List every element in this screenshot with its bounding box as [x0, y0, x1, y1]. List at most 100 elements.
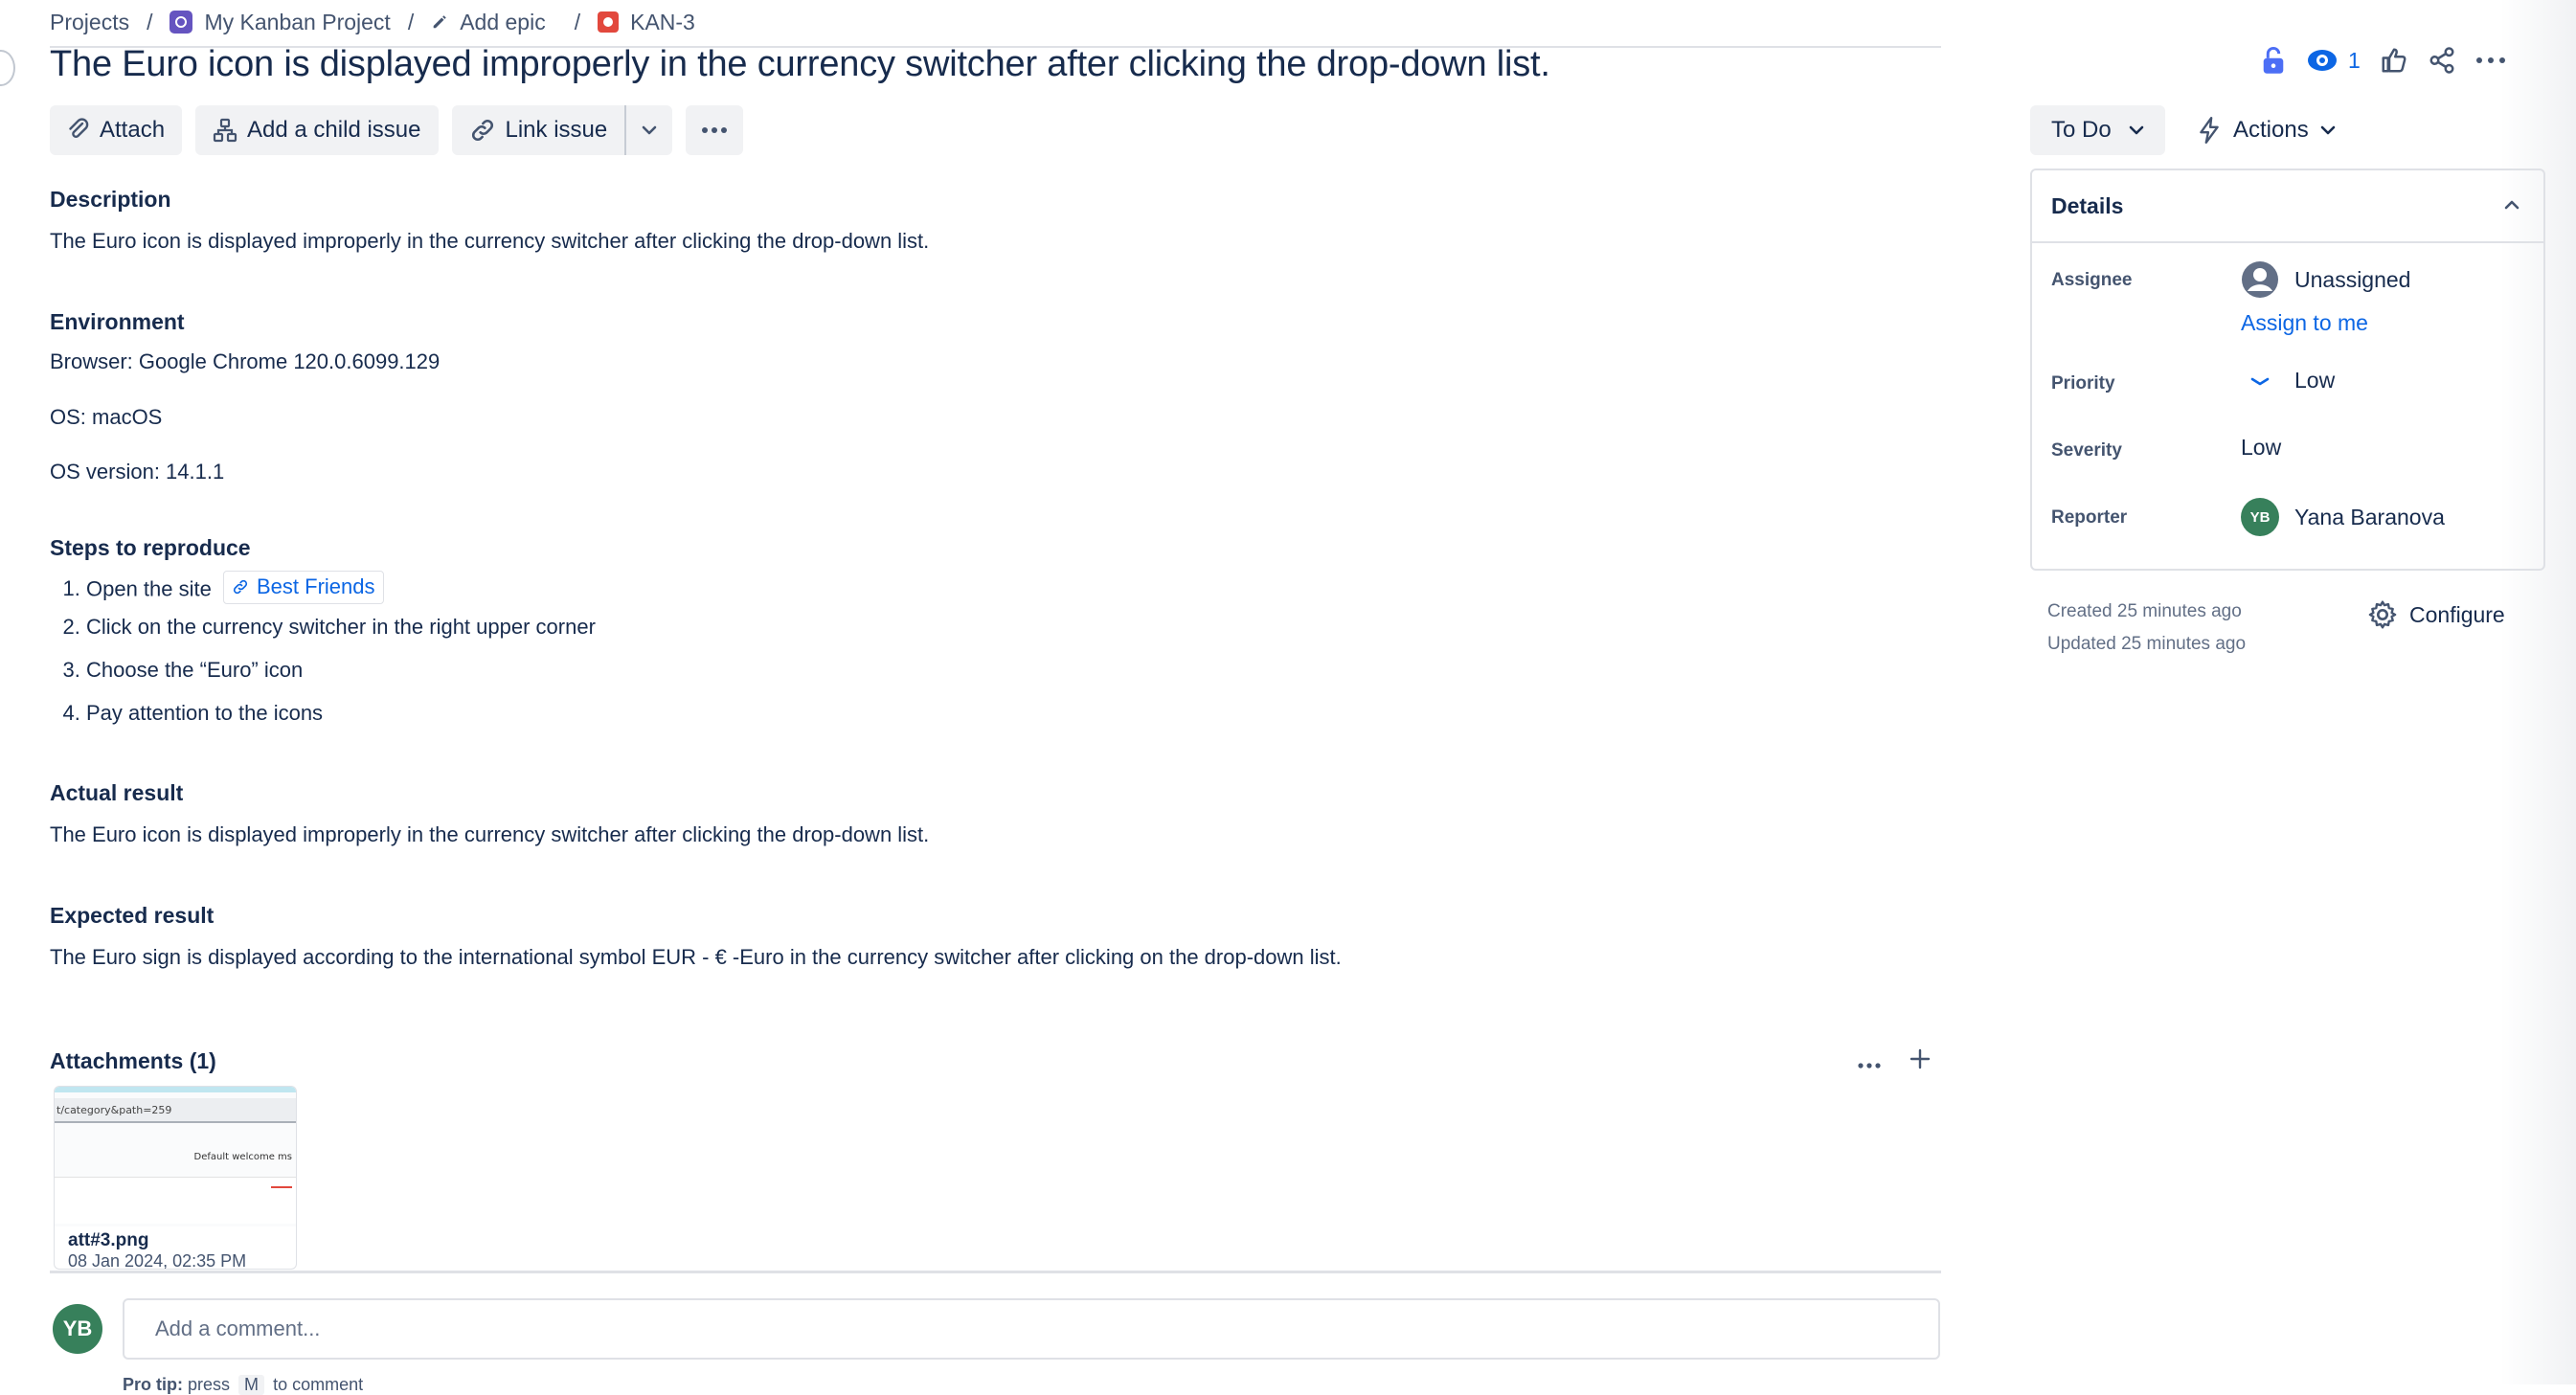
breadcrumb-separator: / [147, 9, 153, 34]
environment-os-version[interactable]: OS version: 14.1.1 [50, 459, 224, 486]
best-friends-link[interactable]: Best Friends [223, 571, 384, 604]
attachment-card[interactable]: t/category&path=259 Default welcome ms a… [54, 1086, 297, 1270]
bug-icon [598, 11, 620, 33]
chevron-up-icon[interactable] [2503, 191, 2520, 216]
details-heading: Details [2051, 193, 2124, 218]
attachments-heading: Attachments (1) [50, 1048, 216, 1073]
more-actions-button[interactable] [2475, 42, 2506, 79]
link-icon [471, 119, 493, 142]
add-child-issue-button[interactable]: Add a child issue [195, 105, 439, 155]
step-item: Pay attention to the icons [86, 700, 596, 743]
assignee-name: Unassigned [2294, 266, 2411, 292]
lock-icon [2263, 46, 2284, 74]
watch-count: 1 [2348, 47, 2361, 73]
status-label: To Do [2051, 117, 2112, 143]
attachment-thumbnail: t/category&path=259 Default welcome ms [55, 1087, 296, 1226]
attachments-more-button[interactable] [1858, 1046, 1881, 1076]
priority-low-icon [2250, 377, 2270, 385]
breadcrumb-issue-key: KAN-3 [630, 9, 695, 34]
pro-tip-key: M [238, 1375, 265, 1395]
watch-button[interactable]: 1 [2306, 42, 2361, 79]
user-avatar-icon [2242, 261, 2278, 298]
steps-list: Open the site Best Friends Click on the … [50, 571, 596, 743]
updated-timestamp: Updated 25 minutes ago [2047, 634, 2247, 654]
link-icon [233, 580, 248, 595]
severity-value[interactable]: Low [2241, 435, 2281, 461]
lightning-icon [2200, 116, 2219, 145]
more-horizontal-icon [2475, 57, 2505, 63]
add-attachment-button[interactable] [1909, 1046, 1931, 1076]
chevron-down-icon [2129, 125, 2144, 135]
breadcrumb-issue[interactable]: KAN-3 [598, 10, 695, 35]
reporter-value[interactable]: YB Yana Baranova [2241, 498, 2445, 536]
assign-to-me-link[interactable]: Assign to me [2241, 310, 2368, 336]
thumbnail-band [55, 1177, 296, 1224]
breadcrumb-separator: / [574, 9, 581, 34]
pro-tip-suffix: to comment [273, 1375, 364, 1394]
configure-button[interactable]: Configure [2367, 599, 2505, 630]
priority-value[interactable]: Low [2241, 368, 2335, 394]
breadcrumb-add-epic-label: Add epic [460, 9, 546, 34]
environment-browser[interactable]: Browser: Google Chrome 120.0.6099.129 [50, 349, 440, 376]
link-issue-dropdown-button[interactable] [624, 105, 673, 155]
best-friends-link-label: Best Friends [257, 574, 375, 598]
reporter-label: Reporter [2051, 507, 2128, 528]
plus-icon [1909, 1048, 1931, 1069]
issue-toolbar: Attach Add a child issue Link issue [50, 105, 744, 155]
pro-tip-press: press [188, 1375, 231, 1394]
issue-header-actions: 1 [2260, 42, 2506, 79]
breadcrumb: Projects / My Kanban Project / Add epic … [50, 8, 695, 36]
breadcrumb-project[interactable]: My Kanban Project [169, 9, 391, 35]
attachments-actions [1858, 1046, 1931, 1076]
step-item: Click on the currency switcher in the ri… [86, 614, 596, 657]
actions-dropdown-button[interactable]: Actions [2187, 105, 2345, 155]
chevron-down-icon [642, 125, 657, 135]
actions-label: Actions [2233, 117, 2309, 143]
breadcrumb-project-label: My Kanban Project [204, 9, 391, 34]
link-issue-button[interactable]: Link issue [451, 105, 625, 155]
sidebar-collapse-handle[interactable] [0, 50, 15, 86]
step-item: Choose the “Euro” icon [86, 657, 596, 700]
breadcrumb-projects[interactable]: Projects [50, 10, 129, 35]
comment-pro-tip: Pro tip: press M to comment [123, 1375, 363, 1395]
expected-result-text[interactable]: The Euro sign is displayed according to … [50, 944, 1342, 972]
environment-heading: Environment [50, 309, 185, 334]
link-issue-split-button: Link issue [451, 105, 673, 155]
description-text[interactable]: The Euro icon is displayed improperly in… [50, 228, 929, 256]
severity-label: Severity [2051, 440, 2122, 461]
issue-title[interactable]: The Euro icon is displayed improperly in… [50, 44, 1550, 85]
assignee-value[interactable]: Unassigned [2241, 260, 2410, 299]
step-1-text: Open the site [86, 576, 212, 601]
hierarchy-icon [213, 118, 237, 143]
thumbnail-red-mark [271, 1186, 292, 1188]
project-icon [169, 11, 193, 34]
status-dropdown-button[interactable]: To Do [2030, 105, 2165, 155]
toolbar-more-button[interactable] [686, 105, 744, 155]
share-button[interactable] [2428, 42, 2456, 79]
details-panel: Details Assignee Unassigned Assign to me… [2030, 169, 2545, 571]
gear-icon [2368, 600, 2397, 629]
attachments-divider [50, 1271, 1941, 1273]
vote-button[interactable] [2380, 42, 2408, 79]
breadcrumb-add-epic[interactable]: Add epic [431, 10, 546, 35]
reporter-name: Yana Baranova [2294, 504, 2445, 529]
pro-tip-label: Pro tip: [123, 1375, 183, 1394]
expected-result-heading: Expected result [50, 903, 215, 928]
breadcrumb-separator: / [407, 9, 415, 34]
description-heading: Description [50, 187, 171, 212]
created-timestamp: Created 25 minutes ago [2047, 601, 2242, 621]
assignee-label: Assignee [2051, 270, 2133, 290]
add-child-issue-label: Add a child issue [247, 117, 421, 143]
thumbs-up-icon [2382, 48, 2407, 73]
pencil-icon [433, 15, 446, 29]
paperclip-icon [69, 118, 89, 138]
lock-button[interactable] [2260, 42, 2287, 79]
environment-os[interactable]: OS: macOS [50, 404, 162, 432]
details-header[interactable]: Details [2032, 170, 2543, 243]
eye-icon [2308, 50, 2337, 71]
actual-result-text[interactable]: The Euro icon is displayed improperly in… [50, 821, 929, 849]
more-horizontal-icon [702, 127, 728, 133]
attach-button[interactable]: Attach [50, 105, 183, 155]
add-comment-input[interactable]: Add a comment... [123, 1298, 1940, 1360]
more-horizontal-icon [1858, 1063, 1881, 1069]
